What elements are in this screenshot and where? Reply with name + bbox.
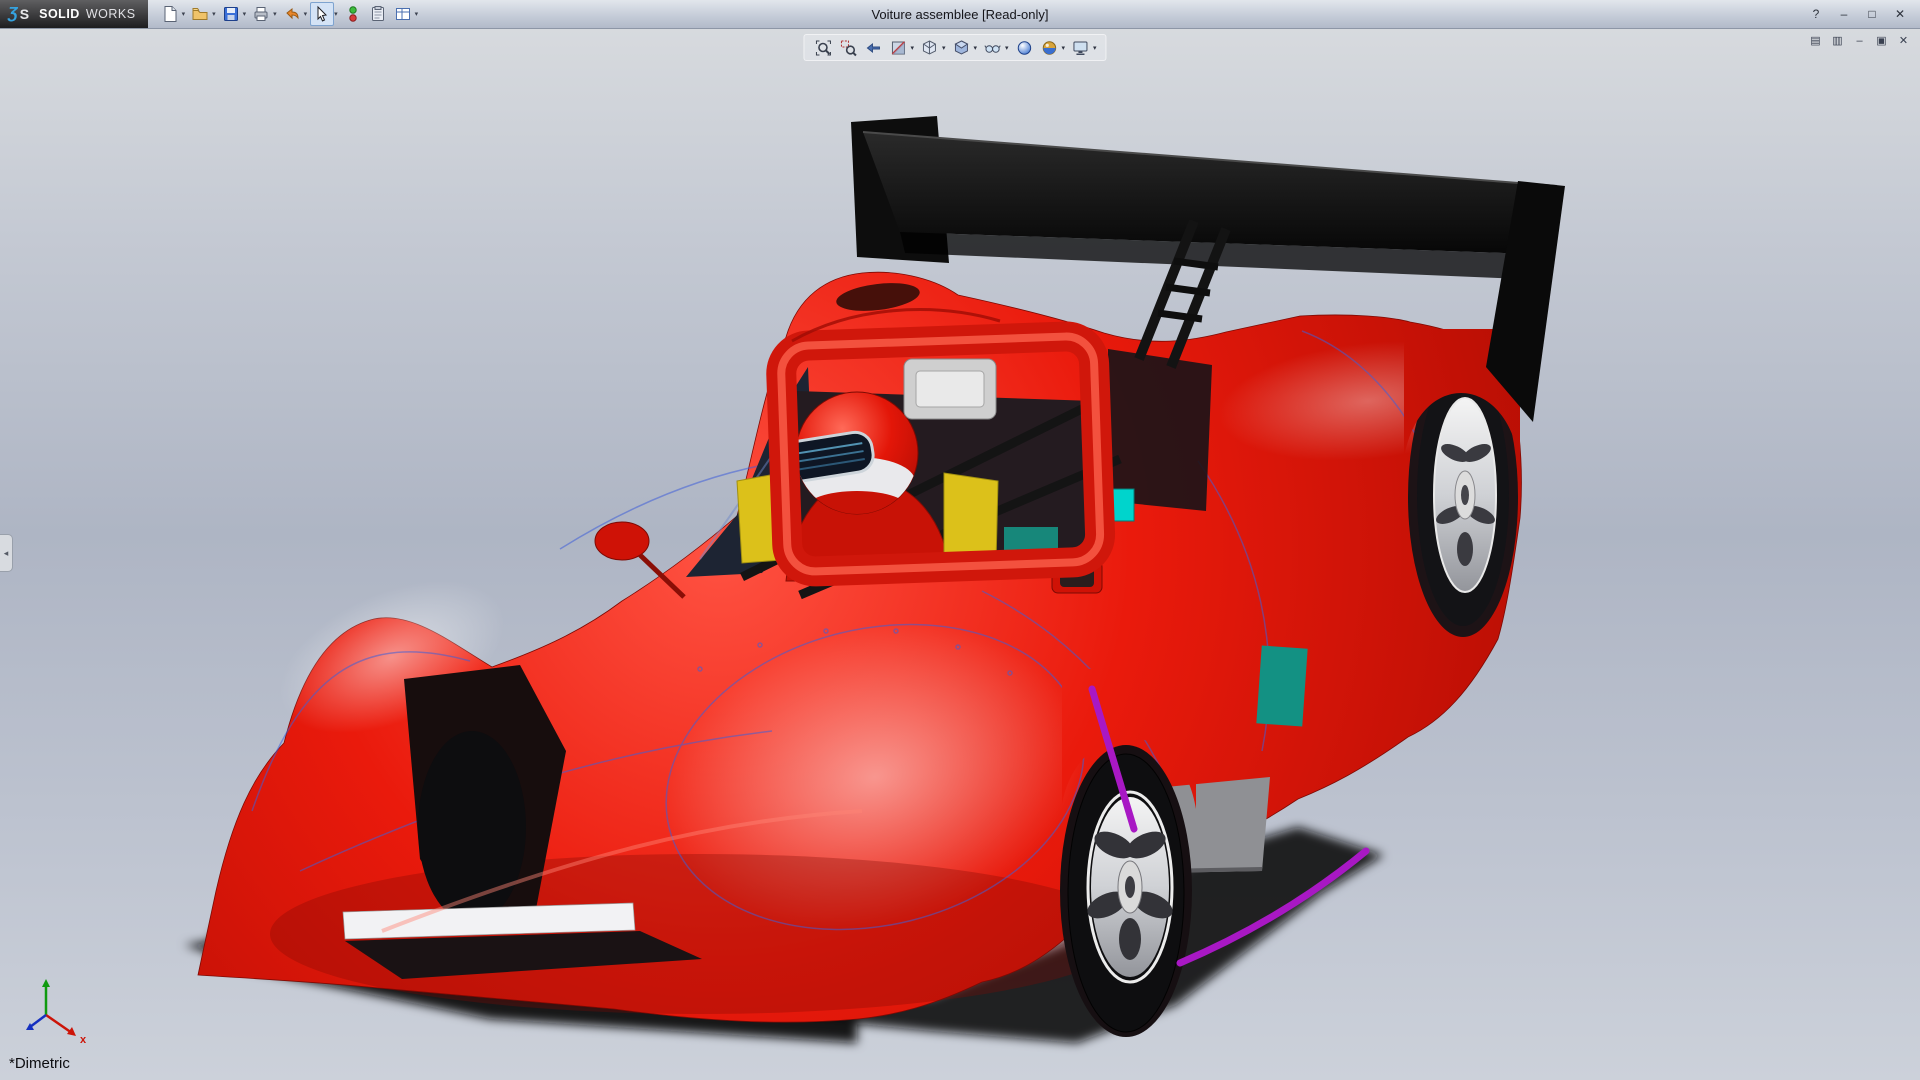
new-caret-icon[interactable]: ▾	[182, 10, 186, 18]
appearance-ball-icon	[1015, 39, 1033, 57]
section-caret-icon[interactable]: ▾	[910, 44, 914, 52]
undo-arrow-icon	[283, 5, 301, 23]
open-caret-icon[interactable]: ▾	[212, 10, 216, 18]
undo-caret-icon[interactable]: ▾	[304, 10, 308, 18]
apply-scene-button[interactable]	[1038, 37, 1061, 58]
properties-button[interactable]	[366, 2, 390, 26]
doc-minimize-button[interactable]: –	[1850, 32, 1869, 49]
title-bar: ƷS SOLIDWORKS ▾ ▾ ▾ ▾ ▾ ▾ ▾ Voiture a	[0, 0, 1920, 29]
monitor-icon	[1072, 39, 1090, 57]
print-icon	[252, 5, 270, 23]
doc-tile-button[interactable]: ▤	[1806, 32, 1825, 49]
select-cursor-icon	[313, 5, 331, 23]
settings-caret-icon[interactable]: ▾	[1093, 44, 1097, 52]
scene-caret-icon[interactable]: ▾	[1062, 44, 1066, 52]
model-view[interactable]	[0, 29, 1920, 1080]
minimize-button[interactable]: –	[1832, 5, 1856, 24]
reference-triad: x	[16, 973, 96, 1053]
rebuild-button[interactable]	[341, 2, 365, 26]
previous-view-icon	[864, 39, 882, 57]
save-floppy-icon	[222, 5, 240, 23]
solidworks-logo: ƷS SOLID WORKS	[0, 0, 148, 28]
new-document-button[interactable]	[158, 2, 182, 26]
hideshow-caret-icon[interactable]: ▾	[1005, 44, 1009, 52]
maximize-button[interactable]: □	[1860, 5, 1884, 24]
close-button[interactable]: ✕	[1888, 5, 1912, 24]
view-cube-icon	[920, 39, 938, 57]
zoom-to-fit-button[interactable]	[811, 37, 834, 58]
triad-x-label: x	[80, 1034, 87, 1046]
display-style-button[interactable]	[949, 37, 972, 58]
save-caret-icon[interactable]: ▾	[243, 10, 247, 18]
print-caret-icon[interactable]: ▾	[273, 10, 277, 18]
previous-view-button[interactable]	[861, 37, 884, 58]
save-button[interactable]	[219, 2, 243, 26]
dassault-3ds-icon: Ʒ	[8, 5, 18, 23]
print-button[interactable]	[249, 2, 273, 26]
undo-button[interactable]	[280, 2, 304, 26]
clipboard-icon	[369, 5, 387, 23]
doc-restore-button[interactable]: ▣	[1872, 32, 1891, 49]
edit-appearance-button[interactable]	[1013, 37, 1036, 58]
rebuild-stoplight-icon	[344, 5, 362, 23]
display-caret-icon[interactable]: ▾	[973, 44, 977, 52]
select-caret-icon[interactable]: ▾	[334, 10, 338, 18]
view-orientation-button[interactable]	[918, 37, 941, 58]
zoom-to-area-icon	[839, 39, 857, 57]
doc-cascade-button[interactable]: ▥	[1828, 32, 1847, 49]
help-button[interactable]: ?	[1804, 5, 1828, 24]
new-document-icon	[161, 5, 179, 23]
view-settings-button[interactable]	[1069, 37, 1092, 58]
rearview-mirror	[904, 359, 996, 419]
view-orientation-label: *Dimetric	[9, 1055, 70, 1072]
rear-right-wheel	[1060, 669, 1196, 1037]
window-controls: ? – □ ✕	[1804, 5, 1920, 24]
options-caret-icon[interactable]: ▾	[415, 10, 419, 18]
open-folder-icon	[191, 5, 209, 23]
brand-name-bold: SOLID	[39, 7, 80, 21]
brand-name-light: WORKS	[86, 7, 136, 21]
main-toolbar: ▾ ▾ ▾ ▾ ▾ ▾ ▾	[148, 2, 421, 26]
zoom-to-fit-icon	[814, 39, 832, 57]
scene-ball-icon	[1040, 39, 1058, 57]
hide-show-items-button[interactable]	[981, 37, 1004, 58]
viewport-canvas[interactable]: ▾ ▾ ▾ ▾ ▾ ▾ ▤ ▥ – ▣ ✕ ◂	[0, 29, 1920, 1080]
orientation-caret-icon[interactable]: ▾	[942, 44, 946, 52]
logo-s: S	[20, 6, 29, 22]
select-tool-button[interactable]	[310, 2, 334, 26]
section-view-button[interactable]	[886, 37, 909, 58]
table-grid-icon	[394, 5, 412, 23]
car-body	[198, 272, 1523, 1022]
window-title: Voiture assemblee [Read-only]	[871, 0, 1048, 29]
glasses-icon	[984, 39, 1002, 57]
document-window-controls: ▤ ▥ – ▣ ✕	[1806, 32, 1913, 49]
zoom-to-area-button[interactable]	[836, 37, 859, 58]
section-view-icon	[889, 39, 907, 57]
options-button[interactable]	[391, 2, 415, 26]
open-button[interactable]	[188, 2, 212, 26]
heads-up-view-toolbar: ▾ ▾ ▾ ▾ ▾ ▾	[803, 34, 1106, 61]
display-style-icon	[952, 39, 970, 57]
doc-close-button[interactable]: ✕	[1894, 32, 1913, 49]
panel-flyout-tab[interactable]: ◂	[0, 534, 13, 572]
